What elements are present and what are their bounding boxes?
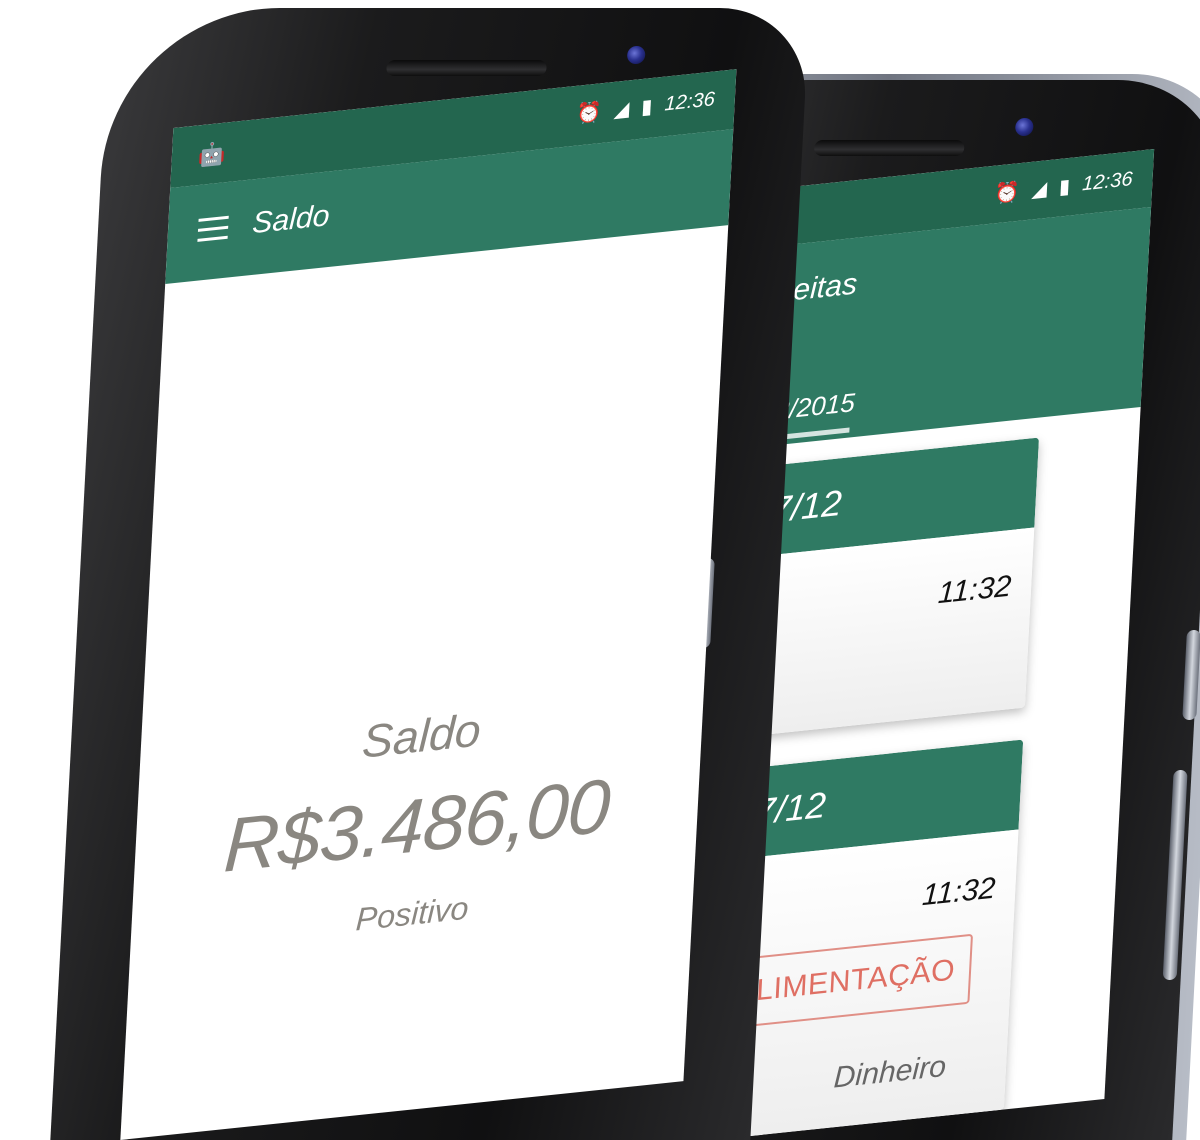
status-icons: ⏰ ◢ ▮ 12:36 bbox=[993, 167, 1134, 206]
status-time: 12:36 bbox=[663, 87, 716, 116]
alarm-icon: ⏰ bbox=[993, 178, 1021, 206]
android-icon: 🤖 bbox=[197, 140, 227, 169]
card-time: 11:32 bbox=[937, 569, 1013, 611]
battery-icon: ▮ bbox=[640, 93, 654, 119]
app-toolbar: e receitas 12/2015 bbox=[726, 207, 1152, 448]
signal-icon: ◢ bbox=[1030, 176, 1048, 202]
front-phone: 🤖 ⏰ ◢ ▮ 12:36 Saldo Saldo R$3.486,00 Pos… bbox=[50, 8, 810, 1140]
battery-icon: ▮ bbox=[1058, 173, 1071, 199]
alarm-icon: ⏰ bbox=[576, 99, 603, 126]
status-time: 12:36 bbox=[1081, 167, 1134, 195]
payment-method: Dinheiro bbox=[832, 1049, 947, 1095]
menu-icon[interactable] bbox=[197, 215, 229, 249]
signal-icon: ◢ bbox=[613, 96, 630, 122]
status-icons: ⏰ ◢ ▮ 12:36 bbox=[576, 87, 716, 126]
toolbar-title: Saldo bbox=[251, 199, 331, 241]
balance-summary: Saldo R$3.486,00 Positivo bbox=[130, 679, 705, 962]
front-screen: 🤖 ⏰ ◢ ▮ 12:36 Saldo Saldo R$3.486,00 Pos… bbox=[120, 69, 737, 1140]
card-time: 11:32 bbox=[921, 871, 997, 913]
speaker-grille bbox=[813, 140, 965, 156]
speaker-grille bbox=[386, 60, 547, 76]
